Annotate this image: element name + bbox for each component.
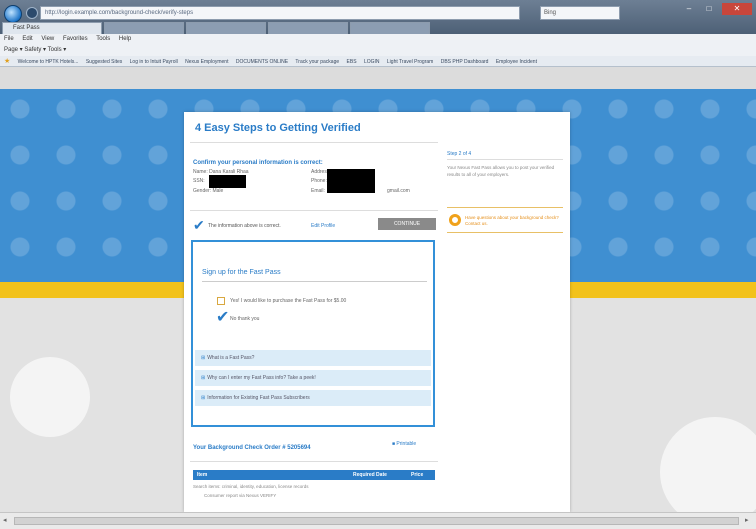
faq-label: What is a Fast Pass?	[207, 355, 255, 361]
tab-4[interactable]	[268, 22, 348, 34]
confirm-checkbox[interactable]: ✔	[193, 218, 205, 232]
favorite-link[interactable]: Nexus Employment	[185, 59, 228, 65]
favorite-link[interactable]: Welcome to HPTK Hotels...	[18, 59, 79, 65]
gender-field: Gender: Male	[193, 188, 224, 194]
fast-pass-heading: Sign up for the Fast Pass	[202, 269, 281, 276]
faq-label: Why can I enter my Fast Pass info? Take …	[207, 375, 316, 381]
browser-titlebar: http://login.example.com/background-chec…	[0, 0, 756, 34]
favorites-star-icon[interactable]: ★	[4, 58, 10, 65]
tab-2[interactable]	[104, 22, 184, 34]
divider	[202, 281, 427, 282]
horizontal-scrollbar[interactable]: ◂ ▸	[0, 512, 756, 529]
favorite-link[interactable]: DBS PHP Dashboard	[441, 59, 489, 65]
divider	[190, 461, 438, 462]
tab-5[interactable]	[350, 22, 430, 34]
divider	[190, 142, 438, 143]
menu-file[interactable]: File	[4, 36, 14, 42]
browser-logo-icon	[4, 5, 22, 23]
menu-help[interactable]: Help	[119, 36, 131, 42]
phone-field: Phone:	[311, 178, 327, 184]
table-row: Consumer report via Nexus VERIFY	[204, 493, 277, 498]
favorite-link[interactable]: LOGIN	[364, 59, 380, 65]
expand-icon: ⊞	[201, 355, 206, 361]
scroll-left-icon[interactable]: ◂	[3, 516, 7, 524]
menu-view[interactable]: View	[41, 36, 54, 42]
purchase-fast-pass-checkbox[interactable]	[217, 297, 225, 305]
favorite-link[interactable]: Employee Incident	[496, 59, 537, 65]
favorites-bar: ★ Welcome to HPTK Hotels... Suggested Si…	[0, 56, 756, 67]
tab-3[interactable]	[186, 22, 266, 34]
expand-icon: ⊞	[201, 395, 206, 401]
menu-edit[interactable]: Edit	[22, 36, 32, 42]
address-bar[interactable]: http://login.example.com/background-chec…	[40, 6, 520, 20]
decorative-bubble	[10, 357, 90, 437]
email-field: Email:	[311, 188, 325, 194]
tab-fast-pass[interactable]: Fast Pass	[2, 22, 102, 34]
faq-label: Information for Existing Fast Pass Subsc…	[207, 395, 310, 401]
edit-profile-link[interactable]: Edit Profile	[311, 223, 335, 229]
column-header: Item	[197, 472, 208, 478]
help-box[interactable]: Have questions about your background che…	[447, 207, 563, 233]
email-suffix: gmail.com	[387, 188, 410, 194]
menu-tools[interactable]: Tools	[96, 36, 110, 42]
column-header: Price	[411, 472, 424, 478]
help-icon	[449, 214, 461, 226]
menu-favorites[interactable]: Favorites	[63, 36, 88, 42]
sidebar: Step 2 of 4 Your Nexus Fast Pass allows …	[447, 151, 563, 233]
page-title: 4 Easy Steps to Getting Verified	[195, 122, 361, 134]
sidebar-text: Your Nexus Fast Pass allows you to post …	[447, 165, 555, 177]
column-header: Required Date	[353, 472, 387, 478]
maximize-button[interactable]: □	[700, 3, 718, 15]
faq-item[interactable]: ⊞ What is a Fast Pass?	[195, 349, 431, 366]
faq-item[interactable]: ⊞ Information for Existing Fast Pass Subs…	[195, 389, 431, 406]
printable-link[interactable]: ■ Printable	[392, 441, 416, 447]
no-thanks-label: No thank you	[230, 316, 260, 322]
divider	[447, 159, 563, 160]
expand-icon: ⊞	[201, 375, 206, 381]
faq-item[interactable]: ⊞ Why can I enter my Fast Pass info? Take…	[195, 369, 431, 386]
menu-bar: File Edit View Favorites Tools Help	[0, 34, 756, 44]
web-page: 4 Easy Steps to Getting Verified Confirm…	[0, 67, 756, 512]
confirm-label: The information above is correct.	[208, 223, 281, 229]
close-button[interactable]: ✕	[722, 3, 752, 15]
table-row: Search items: criminal, identity, educat…	[193, 484, 309, 489]
favorite-link[interactable]: Log in to Intuit Payroll	[130, 59, 178, 65]
tab-strip: Fast Pass	[0, 22, 756, 34]
purchase-fast-pass-label: Yes! I would like to purchase the Fast P…	[230, 298, 347, 304]
ssn-field: SSN:	[193, 178, 205, 184]
favorite-link[interactable]: Track your package	[295, 59, 339, 65]
redaction-box	[209, 175, 246, 188]
scrollbar-thumb[interactable]	[14, 517, 739, 525]
confirm-heading: Confirm your personal information is cor…	[193, 160, 323, 166]
search-input[interactable]: Bing	[540, 6, 620, 20]
no-thanks-checkbox[interactable]: ✔	[216, 310, 229, 326]
command-bar[interactable]: Page ▾ Safety ▾ Tools ▾	[0, 44, 756, 56]
continue-button[interactable]: CONTINUE	[378, 218, 436, 230]
step-indicator: Step 2 of 4	[447, 151, 472, 157]
order-table-header: Item Required Date Price	[193, 470, 435, 480]
favorite-link[interactable]: DOCUMENTS ONLINE	[236, 59, 288, 65]
minimize-button[interactable]: –	[680, 3, 698, 15]
background-check-title: Your Background Check Order # 5205694	[193, 445, 311, 451]
fast-pass-panel: Sign up for the Fast Pass Yes! I would l…	[191, 240, 435, 427]
verification-card: 4 Easy Steps to Getting Verified Confirm…	[184, 112, 570, 512]
favorite-link[interactable]: Light Travel Program	[387, 59, 433, 65]
back-button[interactable]	[26, 7, 38, 19]
favorite-link[interactable]: Suggested Sites	[86, 59, 122, 65]
scroll-right-icon[interactable]: ▸	[745, 516, 749, 524]
help-text: Have questions about your background che…	[465, 215, 559, 226]
divider	[190, 210, 438, 211]
favorite-link[interactable]: EBS	[347, 59, 357, 65]
redaction-box	[327, 169, 375, 193]
